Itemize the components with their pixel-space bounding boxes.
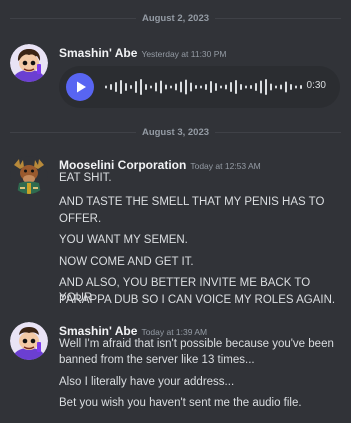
message-text: Bet you wish you haven't sent me the aud… (59, 397, 302, 409)
author-name[interactable]: Smashin' Abe (59, 324, 137, 338)
divider-date: August 3, 2023 (141, 126, 210, 138)
voice-message-player[interactable]: 0:30 (59, 66, 340, 108)
message-header: Smashin' Abe Yesterday at 11:30 PM (59, 44, 227, 62)
message-timestamp[interactable]: Yesterday at 11:30 PM (141, 49, 226, 59)
author-name[interactable]: Smashin' Abe (59, 46, 137, 60)
author-name[interactable]: Mooselini Corporation (59, 158, 186, 172)
divider-line (215, 17, 341, 19)
message-text: banned from the server like 13 times... (59, 354, 255, 366)
divider-line (10, 17, 136, 19)
avatar[interactable] (10, 156, 48, 194)
divider-line (10, 131, 136, 133)
avatar[interactable] (10, 322, 48, 360)
message-text: OFFER. (59, 213, 102, 225)
message-text: PARAPPA DUB SO I CAN VOICE MY ROLES AGAI… (59, 294, 336, 306)
message-text: EAT SHIT. (59, 172, 112, 184)
message-text: Well I'm afraid that isn't possible beca… (59, 338, 334, 350)
play-icon (77, 81, 86, 93)
play-button[interactable] (66, 73, 94, 101)
message-text: YOU WANT MY SEMEN. (59, 234, 188, 246)
message-text: AND TASTE THE SMELL THAT MY PENIS HAS TO (59, 196, 325, 208)
audio-duration: 0:30 (306, 80, 326, 91)
message-text: Also I literally have your address... (59, 376, 235, 388)
message-text: NOW COME AND GET IT. (59, 256, 194, 268)
message-timestamp[interactable]: Today at 1:39 AM (141, 327, 207, 337)
message-timestamp[interactable]: Today at 12:53 AM (190, 161, 260, 171)
date-divider: August 2, 2023 (10, 11, 341, 25)
divider-date: August 2, 2023 (141, 12, 210, 24)
avatar[interactable] (10, 44, 48, 82)
date-divider: August 3, 2023 (10, 125, 341, 139)
divider-line (215, 131, 341, 133)
